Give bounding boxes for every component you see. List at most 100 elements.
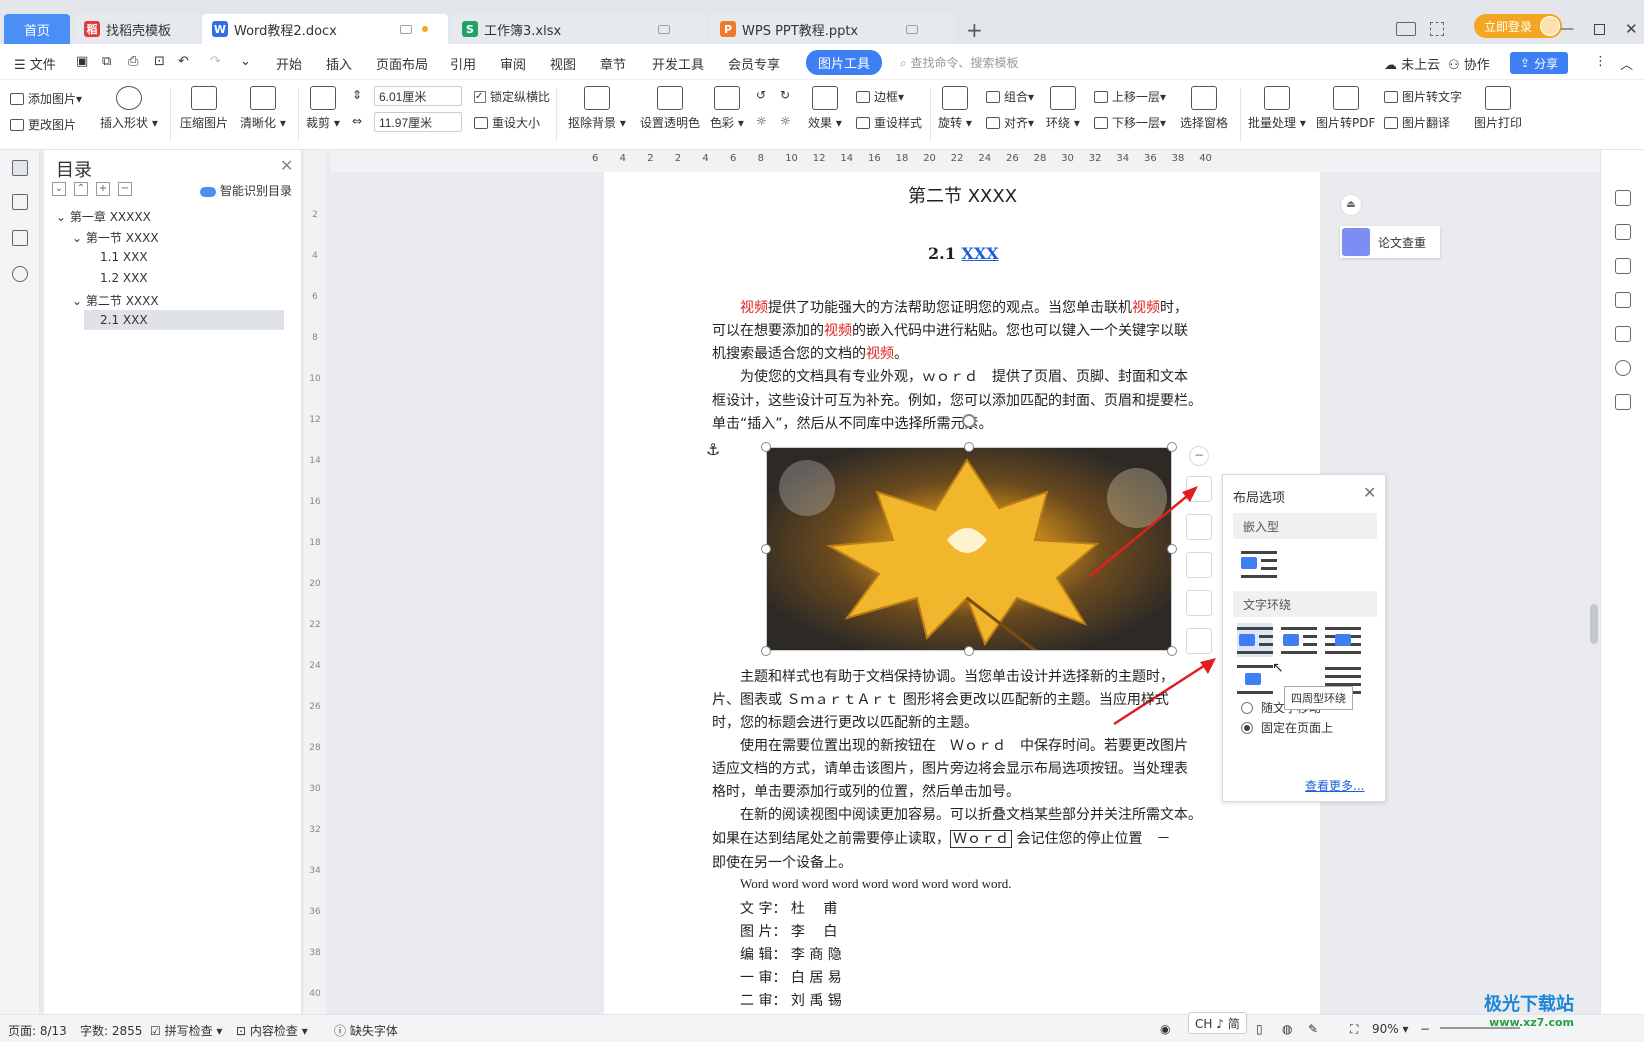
- insert-shape-button[interactable]: 插入形状 ▾: [100, 86, 158, 131]
- search-icon[interactable]: [12, 266, 28, 282]
- collapse-ribbon-icon[interactable]: ︿: [1620, 54, 1633, 73]
- resize-handle[interactable]: [761, 442, 771, 452]
- bring-forward-button[interactable]: 上移一层 ▾: [1094, 88, 1166, 105]
- chapter-nav-icon[interactable]: [12, 194, 28, 210]
- color-button[interactable]: 色彩 ▾: [710, 86, 744, 131]
- rotate-right-icon[interactable]: ↻: [780, 88, 790, 102]
- pen-icon[interactable]: [1615, 224, 1631, 240]
- compress-button[interactable]: 压缩图片: [180, 86, 228, 131]
- toc-item-selected[interactable]: 2.1 XXX: [84, 310, 284, 330]
- share-button[interactable]: ⇪ 分享: [1510, 52, 1569, 74]
- anchor-icon[interactable]: ⚓: [706, 440, 720, 459]
- undo-icon[interactable]: ↶: [178, 54, 189, 69]
- menu-page-layout[interactable]: 页面布局: [376, 54, 428, 73]
- command-search[interactable]: ⌕ 查找命令、搜索模板: [900, 54, 1019, 71]
- tight-wrap-option[interactable]: [1281, 623, 1317, 657]
- fit-page-icon[interactable]: ⛶: [1350, 1022, 1358, 1037]
- more-menu-icon[interactable]: ⋮: [1594, 54, 1607, 69]
- change-image-button[interactable]: 更改图片: [10, 116, 76, 133]
- word-count[interactable]: 字数: 2855: [80, 1022, 142, 1039]
- eye-icon[interactable]: ◉: [1160, 1022, 1170, 1036]
- toc-item[interactable]: ⌄ 第一章 XXXXX: [56, 208, 151, 225]
- through-wrap-option[interactable]: [1325, 623, 1361, 657]
- collapse-all-icon[interactable]: ⌃: [74, 182, 88, 196]
- sliders-icon[interactable]: [1615, 292, 1631, 308]
- save-icon[interactable]: ▣: [76, 54, 88, 69]
- menu-chapter[interactable]: 章节: [600, 54, 626, 73]
- resize-handle[interactable]: [761, 646, 771, 656]
- apps-grid-icon[interactable]: [1430, 22, 1444, 36]
- fix-on-page-radio[interactable]: 固定在页面上: [1241, 719, 1333, 736]
- resize-handle[interactable]: [964, 646, 974, 656]
- see-more-link[interactable]: 查看更多...: [1305, 777, 1364, 794]
- expand-all-icon[interactable]: ⌄: [52, 182, 66, 196]
- image-tool-icon[interactable]: [1615, 326, 1631, 342]
- page-count[interactable]: 页面: 8/13: [8, 1022, 67, 1039]
- preview-icon[interactable]: ⊡: [154, 54, 165, 69]
- print-icon[interactable]: ⎙: [128, 54, 138, 69]
- paper-check-button[interactable]: 论文查重: [1340, 226, 1440, 258]
- zoom-out-icon[interactable]: −: [1420, 1022, 1430, 1036]
- cloud-status[interactable]: ☁ 未上云: [1384, 54, 1440, 73]
- top-bottom-wrap-option[interactable]: [1237, 663, 1273, 697]
- square-wrap-option[interactable]: [1237, 623, 1273, 657]
- tab-spreadsheet[interactable]: S 工作簿3.xlsx: [452, 14, 706, 44]
- height-input[interactable]: [374, 86, 462, 106]
- heading-link[interactable]: XXX: [961, 244, 998, 263]
- tab-home[interactable]: 首页: [4, 14, 70, 44]
- to-pdf-button[interactable]: 图片转PDF: [1316, 86, 1375, 131]
- effect-button[interactable]: 效果 ▾: [808, 86, 842, 131]
- collapse-tools-icon[interactable]: −: [1189, 446, 1209, 466]
- layout-panel-close-icon[interactable]: ✕: [1363, 483, 1376, 502]
- menu-view[interactable]: 视图: [550, 54, 576, 73]
- spell-check[interactable]: ☑ 拼写检查 ▾: [150, 1022, 222, 1039]
- menu-developer[interactable]: 开发工具: [652, 54, 704, 73]
- toc-close-icon[interactable]: ✕: [280, 156, 293, 175]
- maximize-icon[interactable]: [1594, 23, 1605, 35]
- transparent-color-button[interactable]: 设置透明色: [640, 86, 700, 131]
- tab-presentation[interactable]: P WPS PPT教程.pptx: [710, 14, 954, 44]
- crop-button[interactable]: 裁剪 ▾: [306, 86, 340, 131]
- file-menu[interactable]: ☰ 文件: [14, 54, 56, 73]
- sharpen-button[interactable]: 清晰化 ▾: [240, 86, 286, 131]
- contrast-icon[interactable]: ☼: [780, 114, 791, 128]
- menu-start[interactable]: 开始: [276, 54, 302, 73]
- border-button[interactable]: 边框 ▾: [856, 88, 904, 105]
- toc-nav-icon[interactable]: [12, 160, 28, 176]
- resize-handle[interactable]: [1167, 442, 1177, 452]
- reset-size-button[interactable]: 重设大小: [474, 114, 540, 131]
- menu-insert[interactable]: 插入: [326, 54, 352, 73]
- close-icon[interactable]: ✕: [1625, 20, 1638, 38]
- bookmark-icon[interactable]: [12, 230, 28, 246]
- menu-picture-tools[interactable]: 图片工具: [806, 50, 883, 75]
- read-mode-icon[interactable]: ▯: [1256, 1022, 1263, 1036]
- lock-ratio-checkbox[interactable]: ✓ 锁定纵横比: [474, 88, 550, 105]
- menu-references[interactable]: 引用: [450, 54, 476, 73]
- add-image-button[interactable]: 添加图片 ▾: [10, 90, 82, 107]
- add-heading-icon[interactable]: +: [96, 182, 110, 196]
- rocket-icon[interactable]: [1615, 190, 1631, 206]
- pointer-icon[interactable]: [1615, 258, 1631, 274]
- rotate-left-icon[interactable]: ↺: [756, 88, 766, 102]
- write-mode-icon[interactable]: ✎: [1308, 1022, 1318, 1036]
- width-input[interactable]: [374, 112, 462, 132]
- tab-document[interactable]: W Word教程2.docx: [202, 14, 448, 44]
- zoom-level[interactable]: 90% ▾: [1372, 1022, 1409, 1036]
- translate-button[interactable]: 图片翻译: [1384, 114, 1450, 131]
- send-backward-button[interactable]: 下移一层 ▾: [1094, 114, 1166, 131]
- toc-item[interactable]: ⌄ 第一节 XXXX: [72, 229, 159, 246]
- reset-style-button[interactable]: 重设样式: [856, 114, 922, 131]
- web-view-icon[interactable]: ◍: [1282, 1022, 1292, 1036]
- content-check[interactable]: ⊡ 内容检查 ▾: [236, 1022, 308, 1039]
- layout-toggle-icon[interactable]: [1396, 22, 1416, 36]
- menu-review[interactable]: 审阅: [500, 54, 526, 73]
- group-button[interactable]: 组合 ▾: [986, 88, 1034, 105]
- compass-icon[interactable]: [1615, 360, 1631, 376]
- align-button[interactable]: 对齐 ▾: [986, 114, 1034, 131]
- inline-wrap-option[interactable]: [1241, 549, 1277, 583]
- wrap-button[interactable]: 环绕 ▾: [1046, 86, 1080, 131]
- missing-font[interactable]: ⓘ 缺失字体: [334, 1022, 398, 1039]
- remove-bg-button[interactable]: 抠除背景 ▾: [568, 86, 626, 131]
- toc-item[interactable]: 1.1 XXX: [100, 250, 148, 264]
- resize-handle[interactable]: [761, 544, 771, 554]
